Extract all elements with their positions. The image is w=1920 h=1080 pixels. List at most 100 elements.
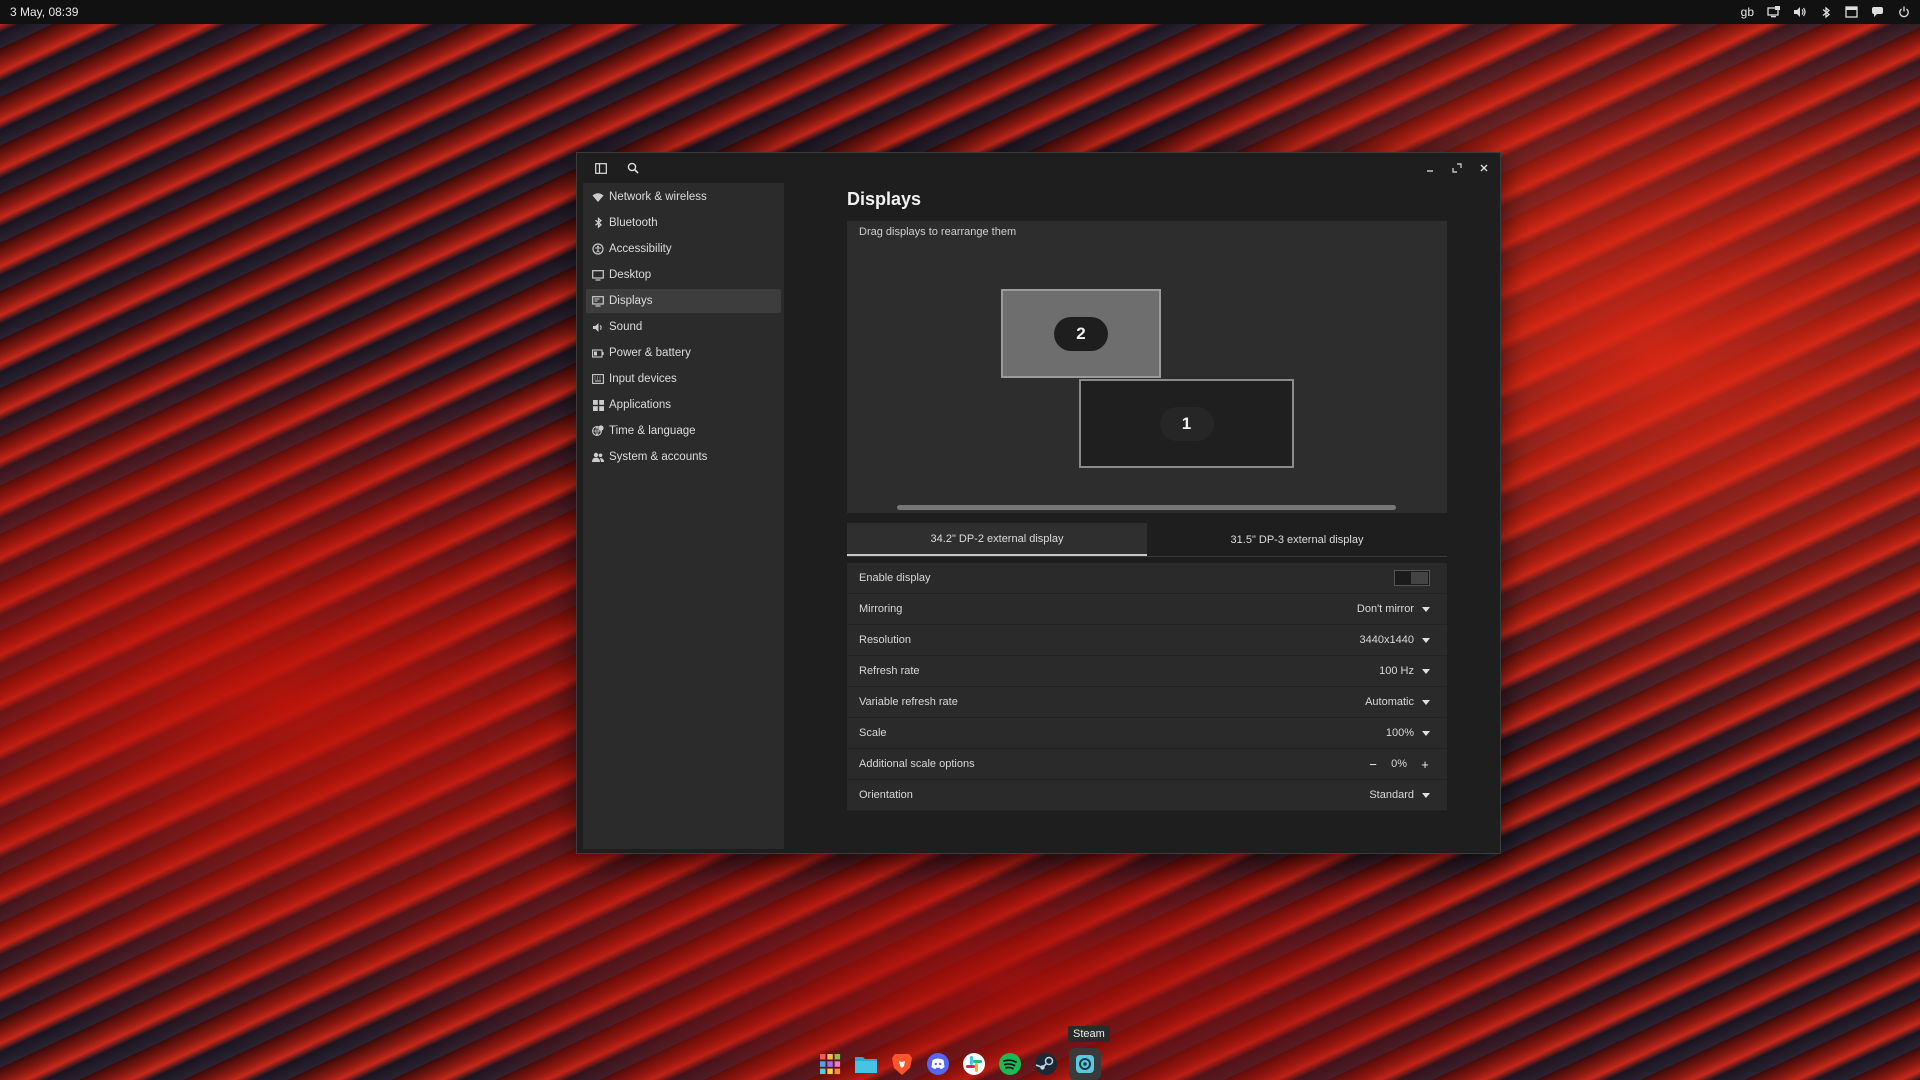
plus-icon[interactable]: + bbox=[1420, 757, 1430, 772]
stepper-value: 0% bbox=[1391, 758, 1407, 770]
sidebar-item-input-devices[interactable]: Input devices bbox=[586, 367, 781, 391]
minimize-icon[interactable] bbox=[1421, 159, 1439, 177]
toggle-knob bbox=[1411, 572, 1428, 584]
sidebar-item-label: System & accounts bbox=[609, 451, 708, 463]
arrangement-hint: Drag displays to rearrange them bbox=[859, 226, 1017, 238]
setting-row-refresh-rate: Refresh rate 100 Hz bbox=[847, 656, 1447, 687]
scale-dropdown[interactable]: 100% bbox=[1386, 727, 1430, 739]
top-panel: 3 May, 08:39 gb bbox=[0, 0, 1920, 24]
chat-icon[interactable] bbox=[1871, 6, 1884, 19]
sidebar-item-displays[interactable]: Displays bbox=[586, 289, 781, 313]
maximize-icon[interactable] bbox=[1448, 159, 1466, 177]
bluetooth-icon bbox=[592, 217, 604, 229]
apps-grid-icon bbox=[592, 399, 604, 411]
dock bbox=[817, 1048, 1101, 1080]
setting-row-mirroring: Mirroring Don't mirror bbox=[847, 594, 1447, 625]
globe-clock-icon bbox=[592, 425, 604, 437]
setting-label: Enable display bbox=[859, 572, 931, 584]
sidebar-item-label: Power & battery bbox=[609, 347, 691, 359]
search-icon[interactable] bbox=[624, 159, 642, 177]
chevron-down-icon bbox=[1422, 637, 1430, 643]
window-icon[interactable] bbox=[1845, 6, 1858, 19]
additional-scale-stepper: − 0% + bbox=[1368, 757, 1430, 772]
dropdown-value: 100 Hz bbox=[1379, 665, 1414, 677]
sidebar-item-label: Sound bbox=[609, 321, 643, 333]
display-tabs: 34.2" DP-2 external display 31.5" DP-3 e… bbox=[847, 523, 1447, 557]
sidebar-item-desktop[interactable]: Desktop bbox=[586, 263, 781, 287]
files-icon[interactable] bbox=[853, 1051, 879, 1077]
steam-icon[interactable] bbox=[1033, 1051, 1059, 1077]
resolution-dropdown[interactable]: 3440x1440 bbox=[1360, 634, 1430, 646]
refresh-rate-dropdown[interactable]: 100 Hz bbox=[1379, 665, 1430, 677]
sidebar-item-bluetooth[interactable]: Bluetooth bbox=[586, 211, 781, 235]
chevron-down-icon bbox=[1422, 730, 1430, 736]
minus-icon[interactable]: − bbox=[1368, 757, 1378, 772]
setting-row-orientation: Orientation Standard bbox=[847, 780, 1447, 811]
chevron-down-icon bbox=[1422, 792, 1430, 798]
battery-icon bbox=[592, 347, 604, 359]
monitor-1[interactable]: 1 bbox=[1079, 379, 1294, 468]
sidebar-item-sound[interactable]: Sound bbox=[586, 315, 781, 339]
settings-app-icon[interactable] bbox=[1069, 1048, 1101, 1080]
bluetooth-icon[interactable] bbox=[1819, 6, 1832, 19]
sidebar-item-label: Displays bbox=[609, 295, 653, 307]
sidebar-item-label: Input devices bbox=[609, 373, 677, 385]
sidebar-item-label: Accessibility bbox=[609, 243, 672, 255]
setting-row-additional-scale: Additional scale options − 0% + bbox=[847, 749, 1447, 780]
sidebar-item-label: Network & wireless bbox=[609, 191, 707, 203]
monitor-number-badge: 2 bbox=[1054, 316, 1108, 351]
sidebar-item-label: Time & language bbox=[609, 425, 696, 437]
sidebar-item-power[interactable]: Power & battery bbox=[586, 341, 781, 365]
spotify-icon[interactable] bbox=[997, 1051, 1023, 1077]
brave-browser-icon[interactable] bbox=[889, 1051, 915, 1077]
setting-label: Variable refresh rate bbox=[859, 696, 958, 708]
dock-tooltip: Steam bbox=[1068, 1026, 1110, 1042]
setting-label: Refresh rate bbox=[859, 665, 920, 677]
slack-icon[interactable] bbox=[961, 1051, 987, 1077]
sidebar-item-label: Desktop bbox=[609, 269, 652, 281]
enable-display-toggle[interactable] bbox=[1394, 570, 1430, 586]
dropdown-value: 100% bbox=[1385, 727, 1414, 739]
display-icon bbox=[592, 295, 604, 307]
mirroring-dropdown[interactable]: Don't mirror bbox=[1357, 603, 1430, 615]
display-arrangement-area[interactable]: Drag displays to rearrange them 2 1 bbox=[847, 221, 1447, 513]
sidebar-item-time-language[interactable]: Time & language bbox=[586, 419, 781, 443]
horizontal-scrollbar[interactable] bbox=[897, 505, 1396, 510]
close-icon[interactable] bbox=[1475, 159, 1493, 177]
monitor-2[interactable]: 2 bbox=[1001, 289, 1161, 378]
sidebar-item-applications[interactable]: Applications bbox=[586, 393, 781, 417]
variable-refresh-rate-dropdown[interactable]: Automatic bbox=[1365, 696, 1430, 708]
sidebar-item-label: Applications bbox=[609, 399, 672, 411]
setting-row-scale: Scale 100% bbox=[847, 718, 1447, 749]
sidebar-item-system-accounts[interactable]: System & accounts bbox=[586, 445, 781, 469]
setting-label: Mirroring bbox=[859, 603, 903, 615]
chevron-down-icon bbox=[1422, 606, 1430, 612]
screen-icon[interactable] bbox=[1767, 6, 1780, 19]
setting-label: Resolution bbox=[859, 634, 911, 646]
dropdown-value: Standard bbox=[1369, 789, 1414, 801]
keyboard-layout-indicator[interactable]: gb bbox=[1741, 5, 1754, 19]
setting-label: Additional scale options bbox=[859, 758, 975, 770]
power-icon[interactable] bbox=[1897, 6, 1910, 19]
discord-icon[interactable] bbox=[925, 1051, 951, 1077]
tab-dp3-display[interactable]: 31.5" DP-3 external display bbox=[1147, 523, 1447, 556]
users-icon bbox=[592, 451, 604, 463]
sidebar-item-accessibility[interactable]: Accessibility bbox=[586, 237, 781, 261]
accessibility-icon bbox=[592, 243, 604, 255]
setting-label: Orientation bbox=[859, 789, 913, 801]
displays-page: Displays Drag displays to rearrange them… bbox=[847, 183, 1447, 811]
orientation-dropdown[interactable]: Standard bbox=[1369, 789, 1430, 801]
setting-row-resolution: Resolution 3440x1440 bbox=[847, 625, 1447, 656]
tab-dp2-display[interactable]: 34.2" DP-2 external display bbox=[847, 523, 1147, 556]
settings-sidebar: Network & wireless Bluetooth Accessibili… bbox=[583, 183, 784, 849]
sidebar-item-network[interactable]: Network & wireless bbox=[586, 185, 781, 209]
sidebar-toggle-icon[interactable] bbox=[592, 159, 610, 177]
clock[interactable]: 3 May, 08:39 bbox=[10, 5, 78, 19]
chevron-down-icon bbox=[1422, 699, 1430, 705]
monitor-number-badge: 1 bbox=[1159, 406, 1214, 441]
app-grid-icon[interactable] bbox=[817, 1051, 843, 1077]
wifi-icon bbox=[592, 191, 604, 203]
window-titlebar[interactable] bbox=[577, 153, 1500, 181]
volume-icon[interactable] bbox=[1793, 6, 1806, 19]
setting-row-variable-refresh-rate: Variable refresh rate Automatic bbox=[847, 687, 1447, 718]
